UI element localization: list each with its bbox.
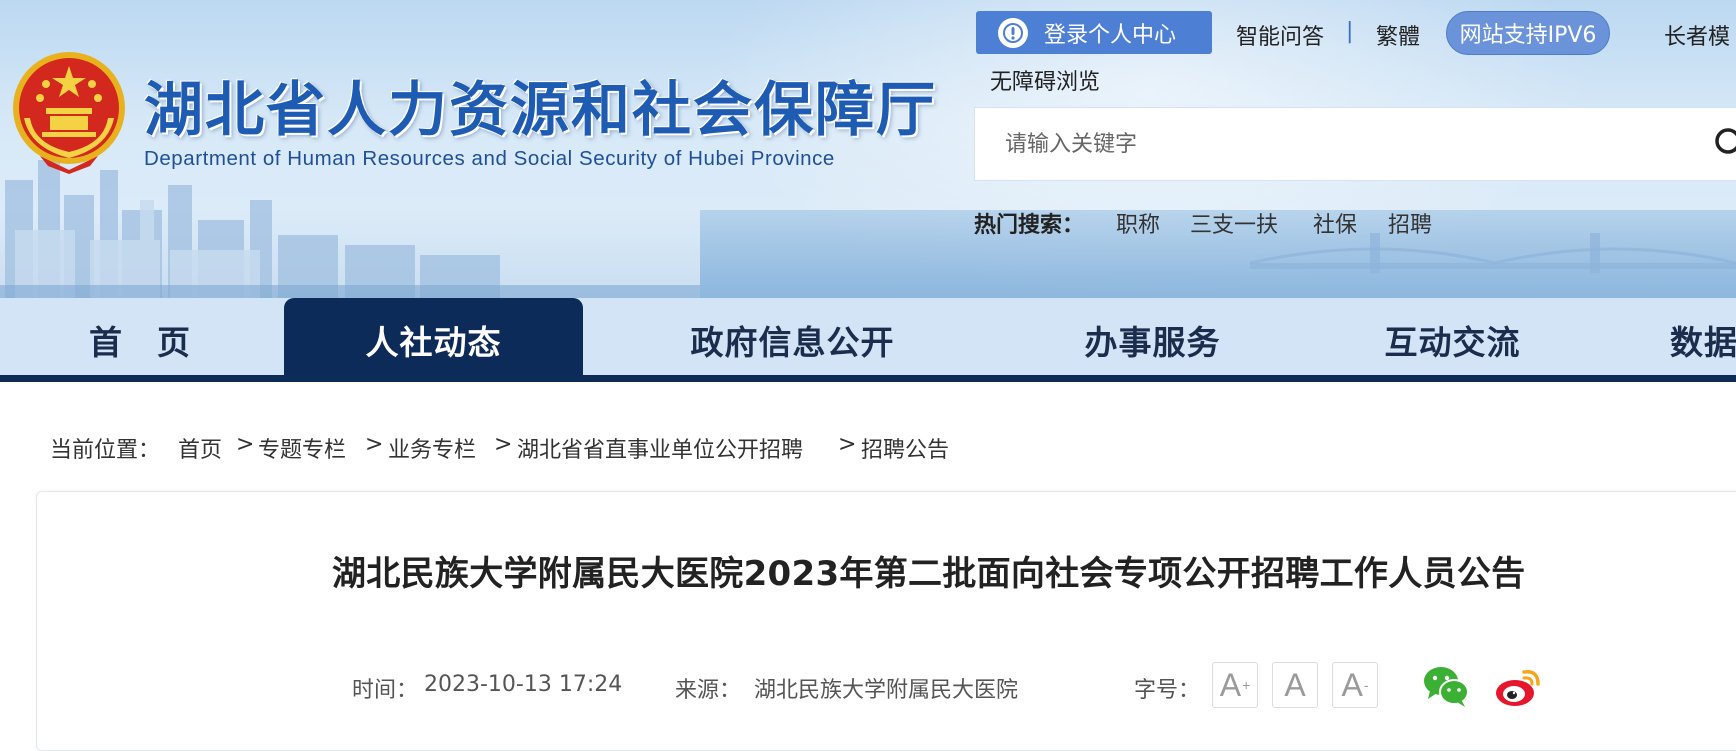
ipv6-support-button[interactable]: 网站支持IPV6 bbox=[1446, 11, 1610, 55]
separator: | bbox=[1346, 19, 1354, 44]
nav-services[interactable]: 办事服务 bbox=[1050, 298, 1255, 382]
breadcrumb-recruitment[interactable]: 湖北省省直事业单位公开招聘 bbox=[517, 432, 803, 464]
breadcrumb-business-column[interactable]: 业务专栏 bbox=[388, 432, 476, 464]
search-box bbox=[974, 107, 1736, 181]
breadcrumb-separator: > bbox=[838, 432, 857, 457]
breadcrumb-separator: > bbox=[236, 432, 255, 457]
article-title: 湖北民族大学附属民大医院2023年第二批面向社会专项公开招聘工作人员公告 bbox=[332, 554, 1526, 594]
breadcrumb-separator: > bbox=[365, 432, 384, 457]
font-default-button[interactable]: A bbox=[1272, 662, 1318, 708]
time-value: 2023-10-13 17:24 bbox=[424, 672, 623, 697]
font-decrease-button[interactable]: A- bbox=[1332, 662, 1378, 708]
search-icon[interactable] bbox=[1713, 126, 1736, 162]
breadcrumb-announcement[interactable]: 招聘公告 bbox=[861, 432, 949, 464]
hot-search-label: 热门搜索： bbox=[974, 213, 1085, 238]
traditional-chinese-link[interactable]: 繁體 bbox=[1376, 19, 1420, 51]
main-nav: 首 页 人社动态 政府信息公开 办事服务 互动交流 数据 bbox=[0, 298, 1736, 382]
nav-hr-news[interactable]: 人社动态 bbox=[284, 298, 583, 382]
article-card bbox=[36, 491, 1736, 751]
header-banner: 湖北省人力资源和社会保障厅 Department of Human Resour… bbox=[0, 0, 1736, 298]
weibo-icon[interactable] bbox=[1494, 664, 1542, 708]
user-icon bbox=[998, 17, 1028, 48]
hot-search-word[interactable]: 招聘 bbox=[1388, 207, 1432, 239]
login-personal-center-button[interactable]: 登录个人中心 bbox=[976, 11, 1212, 54]
wechat-icon[interactable] bbox=[1422, 664, 1470, 708]
hot-search-word[interactable]: 社保 bbox=[1313, 207, 1357, 239]
nav-home[interactable]: 首 页 bbox=[60, 298, 220, 382]
time-label: 时间： bbox=[352, 678, 419, 703]
smart-qa-link[interactable]: 智能问答 bbox=[1236, 19, 1324, 51]
nav-gov-info[interactable]: 政府信息公开 bbox=[660, 298, 925, 382]
search-input[interactable] bbox=[975, 108, 1665, 180]
source-value: 湖北民族大学附属民大医院 bbox=[754, 678, 1019, 703]
elder-mode-link[interactable]: 长者模 bbox=[1664, 19, 1730, 51]
accessible-browse-link[interactable]: 无障碍浏览 bbox=[990, 64, 1100, 96]
hot-search-word[interactable]: 职称 bbox=[1116, 207, 1160, 239]
font-size-label: 字号： bbox=[1134, 678, 1201, 703]
breadcrumb-separator: > bbox=[494, 432, 513, 457]
nav-underline bbox=[0, 375, 1736, 382]
nav-interaction[interactable]: 互动交流 bbox=[1350, 298, 1555, 382]
source-label: 来源： bbox=[675, 678, 742, 703]
national-emblem-icon bbox=[13, 52, 125, 174]
breadcrumb-home[interactable]: 首页 bbox=[178, 432, 222, 464]
login-label: 登录个人中心 bbox=[1044, 22, 1177, 48]
site-title: 湖北省人力资源和社会保障厅 bbox=[144, 75, 938, 144]
breadcrumb-label: 当前位置： bbox=[50, 438, 161, 463]
site-title-english: Department of Human Resources and Social… bbox=[144, 147, 835, 170]
font-increase-button[interactable]: A + bbox=[1212, 662, 1258, 708]
nav-data[interactable]: 数据 bbox=[1670, 298, 1736, 382]
breadcrumb-special-column[interactable]: 专题专栏 bbox=[258, 432, 346, 464]
hot-search-word[interactable]: 三支一扶 bbox=[1190, 207, 1278, 239]
